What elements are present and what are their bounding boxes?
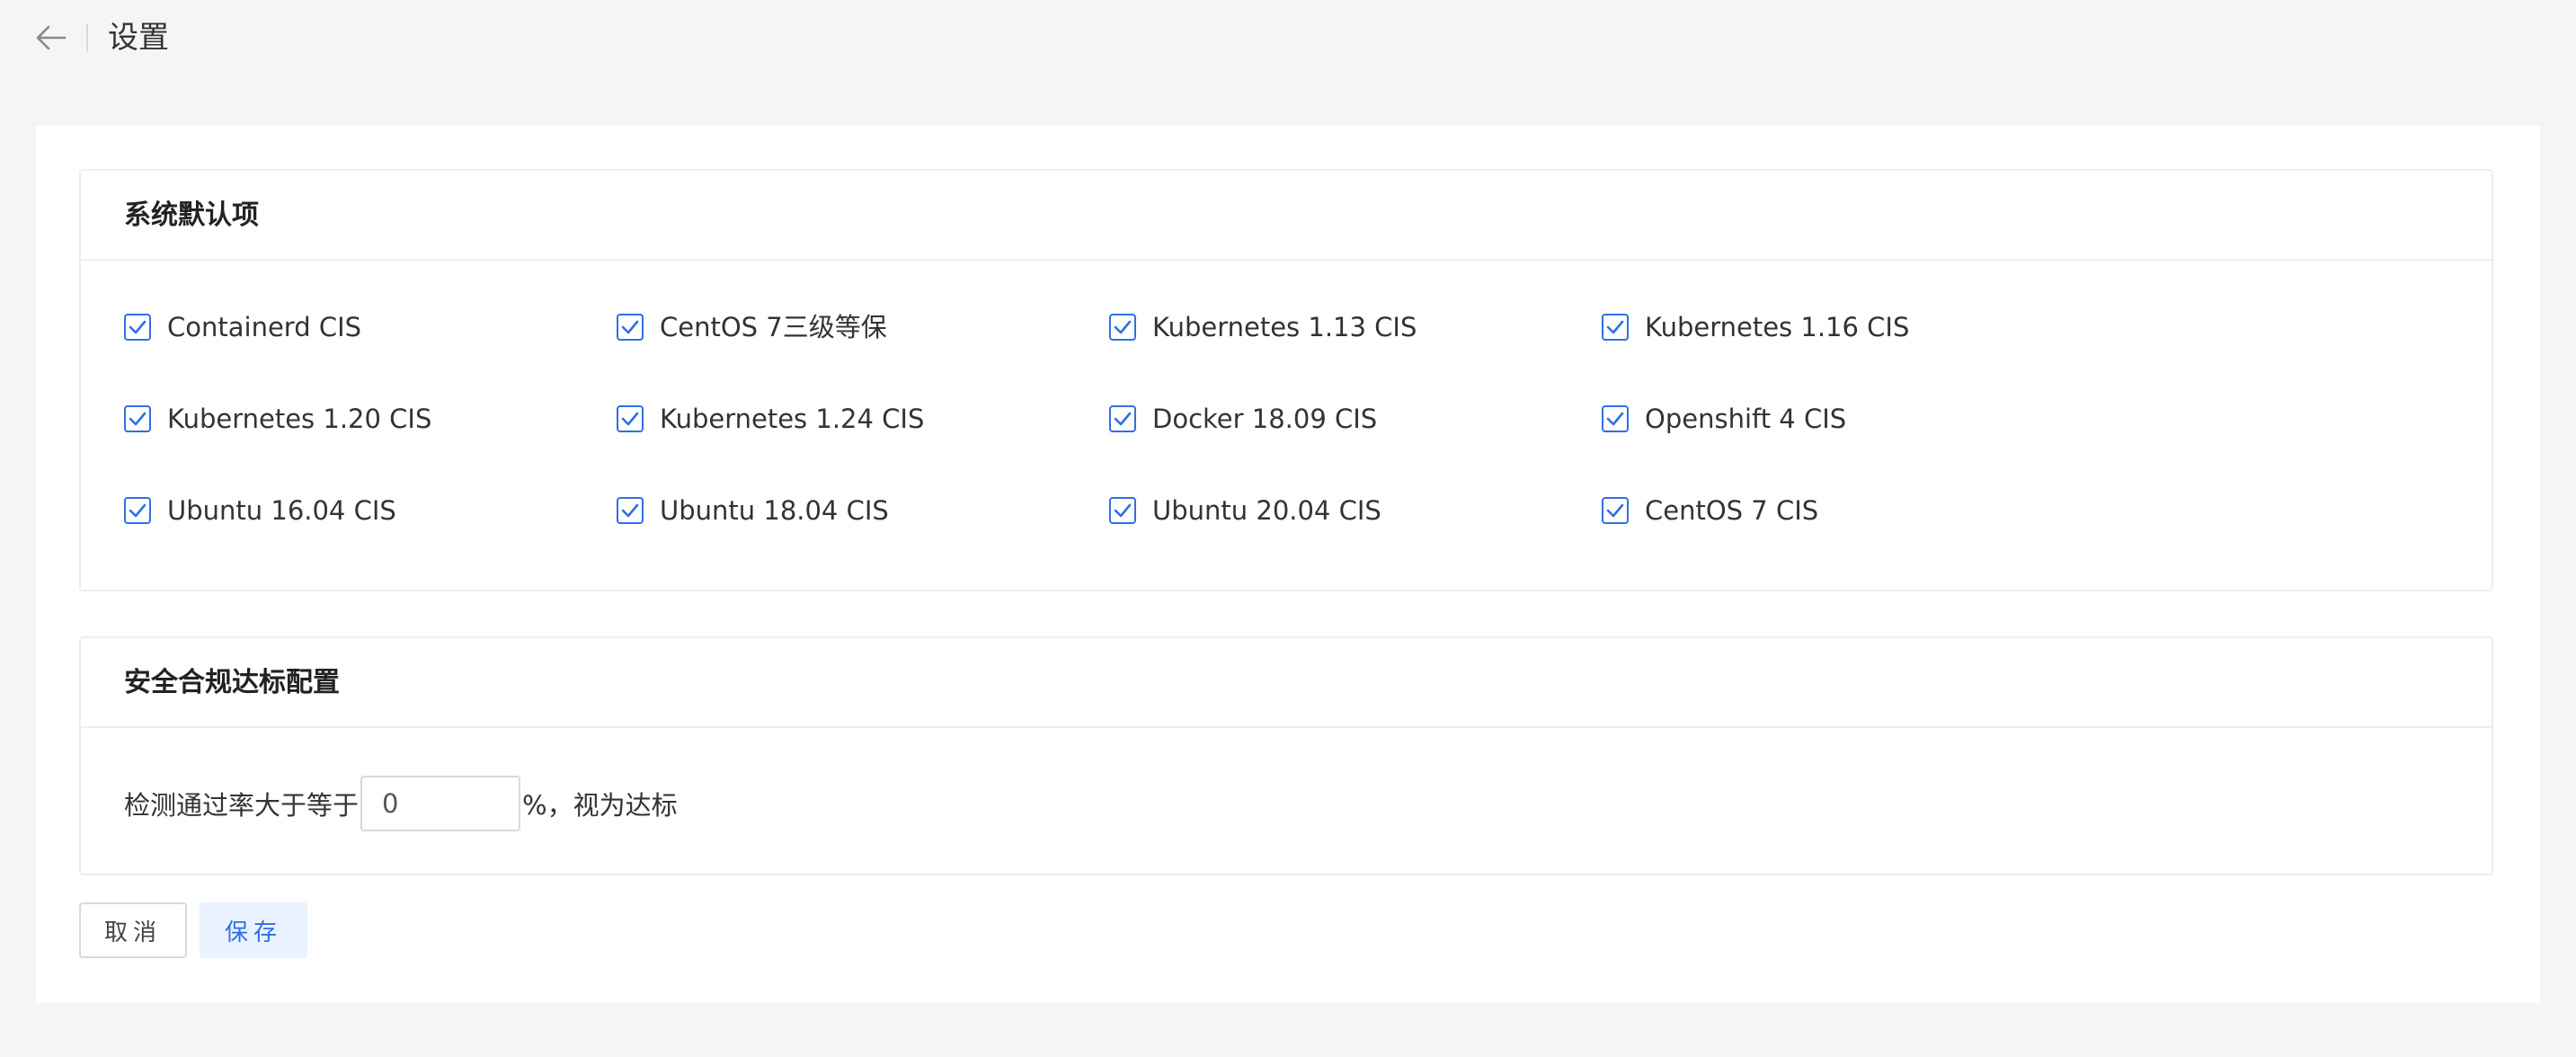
checkmark-icon	[1114, 503, 1132, 518]
checkbox[interactable]	[1109, 497, 1136, 524]
checkbox-item[interactable]: Ubuntu 20.04 CIS	[1109, 493, 1381, 528]
compliance-config-section: 安全合规达标配置 检测通过率大于等于 %，视为达标	[79, 636, 2493, 875]
checkmark-icon	[621, 503, 639, 518]
checkbox-item[interactable]: Kubernetes 1.20 CIS	[124, 401, 431, 437]
checkbox[interactable]	[617, 497, 644, 524]
checkmark-icon	[1114, 320, 1132, 334]
checkbox[interactable]	[1109, 314, 1136, 341]
system-defaults-section: 系统默认项 Containerd CIS CentOS 7三级等保 Kubernet…	[79, 169, 2493, 591]
checkbox-item[interactable]: CentOS 7 CIS	[1602, 493, 1818, 528]
section-header: 系统默认项	[81, 171, 2492, 261]
checkbox-item[interactable]: Kubernetes 1.13 CIS	[1109, 309, 1417, 345]
checkbox[interactable]	[1109, 405, 1136, 432]
checkbox[interactable]	[1602, 405, 1629, 432]
checkbox-item[interactable]: Ubuntu 16.04 CIS	[124, 493, 396, 528]
checkbox-label: Docker 18.09 CIS	[1152, 404, 1378, 434]
checkbox-label: CentOS 7三级等保	[660, 312, 887, 342]
checkbox-item[interactable]: Docker 18.09 CIS	[1109, 401, 1377, 437]
checkbox[interactable]	[617, 405, 644, 432]
checkbox[interactable]	[124, 405, 151, 432]
checkmark-icon	[1606, 412, 1624, 426]
checkbox-item[interactable]: Kubernetes 1.16 CIS	[1602, 309, 1909, 345]
checkmark-icon	[1114, 412, 1132, 426]
cancel-button[interactable]: 取消	[79, 902, 187, 958]
header-divider	[86, 23, 88, 52]
page-header: 设置	[0, 0, 2576, 76]
pass-rate-input[interactable]	[360, 776, 521, 831]
checkmark-icon	[129, 412, 147, 426]
checkbox[interactable]	[617, 314, 644, 341]
checkbox-label: Ubuntu 18.04 CIS	[660, 495, 889, 526]
checkmark-icon	[129, 503, 147, 518]
checkbox-item[interactable]: Containerd CIS	[124, 309, 361, 345]
save-button[interactable]: 保存	[200, 902, 307, 958]
page-title: 设置	[108, 20, 169, 56]
checkbox-label: Kubernetes 1.20 CIS	[167, 404, 432, 434]
checkbox-label: Ubuntu 20.04 CIS	[1152, 495, 1381, 526]
checkbox[interactable]	[1602, 497, 1629, 524]
checkbox[interactable]	[124, 314, 151, 341]
checkbox-label: Kubernetes 1.16 CIS	[1645, 312, 1910, 342]
checkbox-label: CentOS 7 CIS	[1645, 495, 1819, 526]
checkbox[interactable]	[1602, 314, 1629, 341]
back-arrow-icon[interactable]	[34, 22, 68, 54]
checkbox-label: Kubernetes 1.13 CIS	[1152, 312, 1417, 342]
checkbox-item[interactable]: Ubuntu 18.04 CIS	[617, 493, 889, 528]
threshold-suffix: %，视为达标	[522, 790, 678, 821]
checkbox-label: Containerd CIS	[167, 312, 362, 342]
threshold-prefix: 检测通过率大于等于	[124, 790, 360, 821]
checkmark-icon	[1606, 320, 1624, 334]
checkbox-item[interactable]: Kubernetes 1.24 CIS	[617, 401, 924, 437]
section-title: 安全合规达标配置	[124, 667, 340, 698]
checkmark-icon	[621, 412, 639, 426]
checkbox-item[interactable]: Openshift 4 CIS	[1602, 401, 1846, 437]
threshold-row: 检测通过率大于等于 %，视为达标	[124, 775, 678, 832]
checkbox-item[interactable]: CentOS 7三级等保	[617, 309, 887, 345]
checkbox-label: Kubernetes 1.24 CIS	[660, 404, 925, 434]
checkbox-label: Openshift 4 CIS	[1645, 404, 1847, 434]
checkmark-icon	[621, 320, 639, 334]
checkmark-icon	[129, 320, 147, 334]
settings-card: 系统默认项 Containerd CIS CentOS 7三级等保 Kubernet…	[36, 126, 2540, 1003]
checkmark-icon	[1606, 503, 1624, 518]
section-header: 安全合规达标配置	[81, 638, 2492, 728]
checkbox-label: Ubuntu 16.04 CIS	[167, 495, 396, 526]
checkbox[interactable]	[124, 497, 151, 524]
section-title: 系统默认项	[124, 200, 259, 231]
